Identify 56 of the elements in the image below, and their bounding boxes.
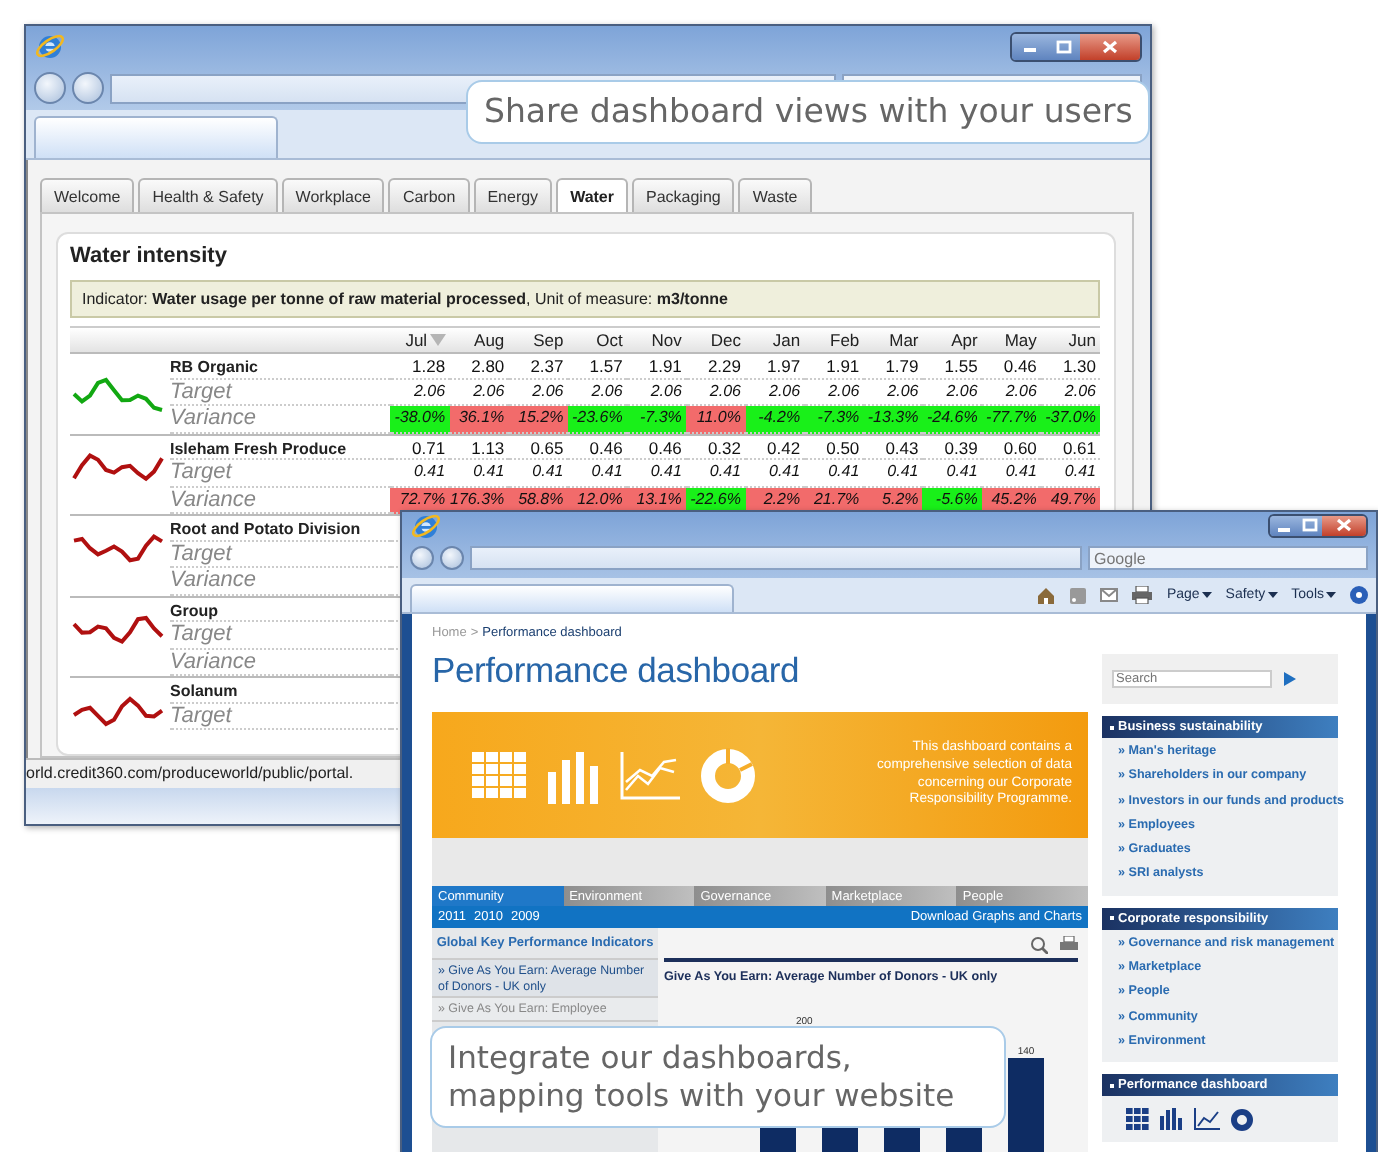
variance-cell: -77.7%	[981, 406, 1041, 433]
variance-cell: -7.3%	[804, 406, 864, 433]
status-url: orld.credit360.com/produceworld/public/portal.	[26, 764, 354, 782]
value-cell: 0.71	[390, 433, 450, 460]
variance-cell: 15.2%	[508, 406, 568, 433]
value-cell: 1.79	[863, 352, 923, 379]
value-cell: 1.28	[390, 352, 450, 379]
variance-cell: -13.3%	[863, 406, 923, 433]
callout-tooltip: Integrate our dashboards, mapping tools with your website	[430, 1026, 1006, 1129]
value-cell: 1.13	[449, 433, 509, 460]
row-label: Target	[170, 379, 232, 403]
value-cell: 1.57	[567, 352, 627, 379]
value-cell: 2.80	[449, 352, 509, 379]
value-cell: 1.91	[804, 352, 864, 379]
indicator-note: Indicator: Water usage per tonne of raw material processed, Unit of measure: m3/tonne	[70, 280, 1100, 318]
value-cell: 0.65	[508, 433, 568, 460]
row-name: Solanum	[170, 682, 238, 700]
row-label: Target	[170, 622, 232, 646]
value-cell: 0.42	[745, 433, 805, 460]
value-cell: 2.29	[685, 352, 745, 379]
row-label: Variance	[170, 649, 257, 673]
variance-cell: -23.6%	[567, 406, 627, 433]
row-name: Root and Potato Division	[170, 520, 361, 538]
variance-cell: -38.0%	[390, 406, 450, 433]
value-cell: 0.61	[1040, 433, 1100, 460]
value-cell: 1.97	[745, 352, 805, 379]
row-name: RB Organic	[170, 358, 259, 376]
variance-cell: -24.6%	[922, 406, 982, 433]
variance-cell: -4.2%	[745, 406, 805, 433]
value-cell: 1.55	[922, 352, 982, 379]
row-label: Target	[170, 541, 232, 565]
row-label: Target	[170, 703, 232, 727]
value-cell: 0.60	[981, 433, 1041, 460]
row-label: Target	[170, 460, 232, 484]
variance-cell: 11.0%	[685, 406, 745, 433]
value-cell: 2.37	[508, 352, 568, 379]
value-cell: 0.32	[685, 433, 745, 460]
variance-cell: -37.0%	[1040, 406, 1100, 433]
value-cell: 0.46	[567, 433, 627, 460]
value-cell: 1.91	[626, 352, 686, 379]
value-cell: 0.46	[981, 352, 1041, 379]
value-cell: 0.43	[863, 433, 923, 460]
value-cell: 1.30	[1040, 352, 1100, 379]
value-cell: 0.50	[804, 433, 864, 460]
row-name: Group	[170, 601, 218, 619]
variance-cell: 36.1%	[449, 406, 509, 433]
value-cell: 0.46	[626, 433, 686, 460]
row-label: Variance	[170, 406, 257, 430]
row-label: Variance	[170, 568, 257, 592]
variance-cell: -7.3%	[626, 406, 686, 433]
row-label: Variance	[170, 487, 257, 511]
value-cell: 0.39	[922, 433, 982, 460]
row-name: Isleham Fresh Produce	[170, 439, 347, 457]
panel-title: Water intensity	[70, 244, 229, 268]
callout-tooltip: Share dashboard views with your users	[466, 80, 1151, 144]
page-heading: Performance dashboard	[432, 650, 802, 692]
